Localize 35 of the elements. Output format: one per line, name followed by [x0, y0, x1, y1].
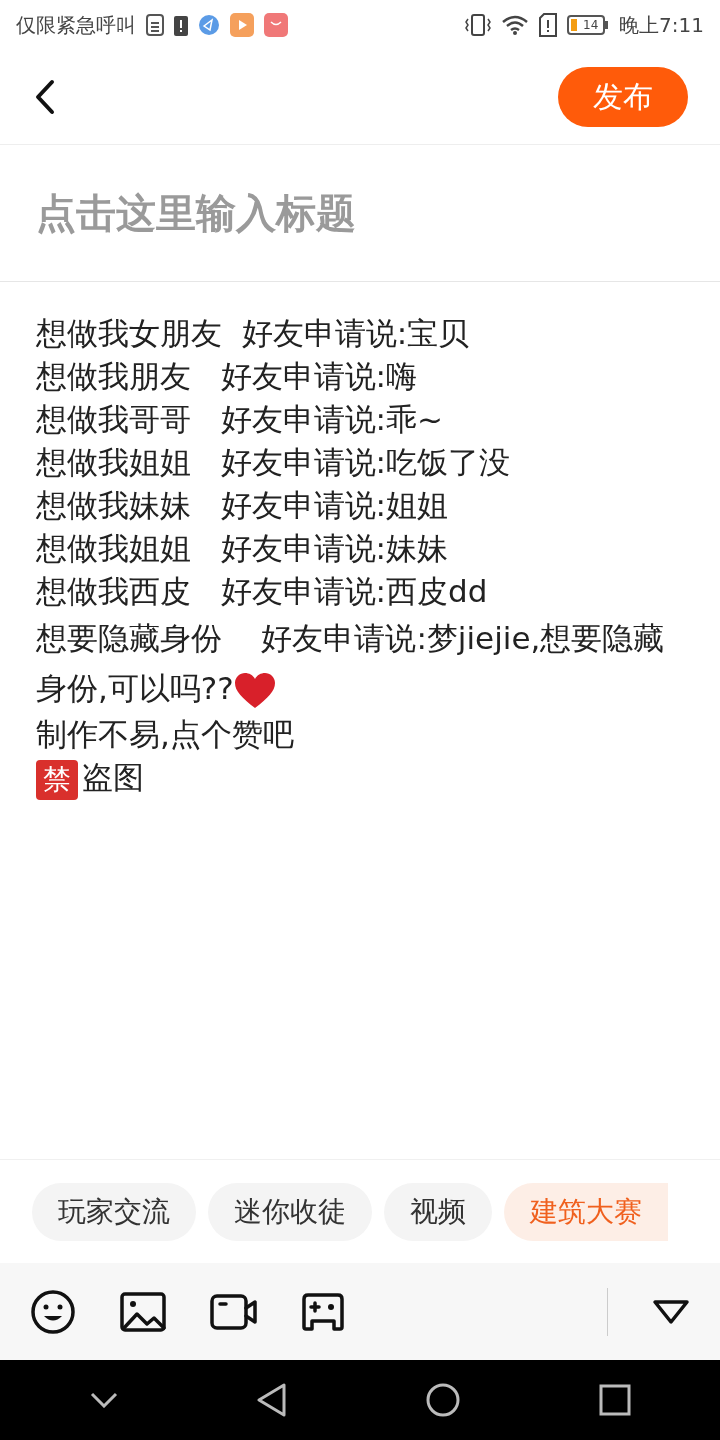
body-text: 想要隐藏身份 好友申请说:梦jiejie,想要隐藏身份,可以吗??	[36, 613, 684, 713]
carrier-text: 仅限紧急呼叫	[16, 11, 136, 39]
document-icon	[146, 14, 164, 36]
body-text: 想做我朋友 好友申请说:嗨	[36, 357, 418, 396]
topic-tag[interactable]: 视频	[384, 1182, 492, 1241]
chevron-down-icon[interactable]	[89, 1392, 118, 1408]
battery-level-text: 14	[583, 18, 600, 32]
alert-icon	[174, 14, 188, 36]
vibrate-icon	[465, 13, 492, 37]
body-text: 想做我女朋友 好友申请说:宝贝	[36, 314, 471, 353]
battery-icon	[567, 14, 610, 36]
gamepad-icon[interactable]	[302, 1292, 344, 1331]
back-nav-icon[interactable]	[256, 1383, 287, 1417]
app-icon	[198, 14, 220, 36]
recents-nav-icon[interactable]	[598, 1384, 631, 1416]
play-app-icon	[230, 13, 254, 37]
back-icon[interactable]	[34, 79, 56, 115]
image-icon[interactable]	[120, 1291, 166, 1332]
body-text: 想做我妹妹 好友申请说:姐姐	[36, 486, 449, 525]
body-text: 想做我西皮 好友申请说:西皮dd	[36, 572, 489, 611]
shop-app-icon	[264, 13, 288, 37]
body-text: 想做我姐姐 好友申请说:妹妹	[36, 529, 449, 568]
body-text: 禁 盗图	[36, 756, 684, 800]
sim-alert-icon	[539, 13, 558, 37]
collapse-icon[interactable]	[652, 1298, 690, 1325]
topic-tag[interactable]: 迷你收徒	[208, 1182, 372, 1241]
body-text: 制作不易,点个赞吧	[36, 715, 295, 754]
topic-tag[interactable]: 玩家交流	[32, 1182, 196, 1241]
body-text: 想做我姐姐 好友申请说:吃饭了没	[36, 443, 511, 482]
home-nav-icon[interactable]	[425, 1383, 460, 1417]
wifi-icon	[501, 14, 530, 36]
video-camera-icon[interactable]	[210, 1293, 258, 1330]
clock-text: 晚上7:11	[619, 11, 704, 39]
body-text: 想做我哥哥 好友申请说:乖~	[36, 400, 444, 439]
emoji-icon[interactable]	[30, 1288, 76, 1335]
